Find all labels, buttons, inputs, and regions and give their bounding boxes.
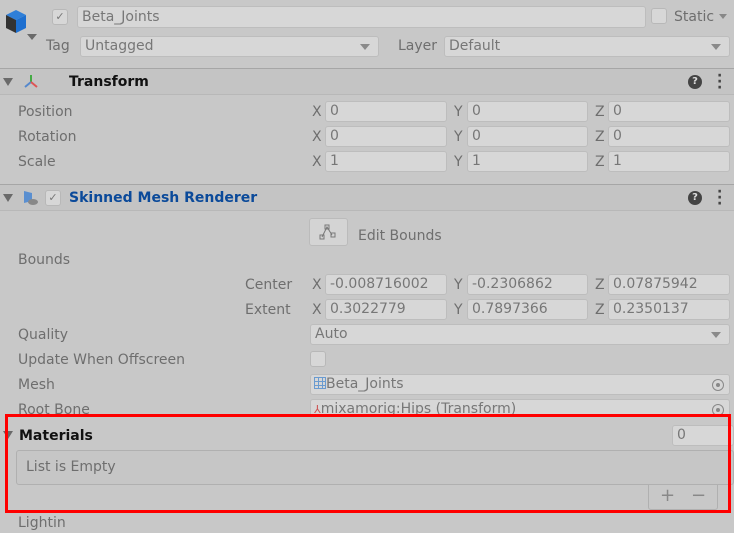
transform-title: Transform <box>69 74 149 90</box>
object-picker-icon[interactable] <box>712 379 724 391</box>
edit-bounds-icon <box>319 224 336 240</box>
y-label[interactable]: Y <box>454 102 463 122</box>
edit-bounds-button[interactable] <box>309 218 348 246</box>
scale-x[interactable]: 1 <box>325 151 447 172</box>
rotation-label: Rotation <box>18 129 77 145</box>
highlight-box <box>5 414 731 513</box>
smr-title: Skinned Mesh Renderer <box>69 190 258 206</box>
foldout-icon[interactable] <box>3 194 13 202</box>
static-label[interactable]: Static <box>674 7 714 27</box>
layer-dropdown[interactable]: Default <box>444 36 730 57</box>
mesh-value: Beta_Joints <box>326 376 404 392</box>
quality-label: Quality <box>18 327 69 343</box>
scale-z[interactable]: 1 <box>608 151 730 172</box>
bounds-label: Bounds <box>18 252 71 268</box>
layer-label: Layer <box>398 38 438 54</box>
center-x[interactable]: -0.008716002 <box>325 274 447 295</box>
position-x[interactable]: 0 <box>325 101 447 122</box>
z-label[interactable]: Z <box>595 300 605 320</box>
z-label[interactable]: Z <box>595 275 605 295</box>
icon-dropdown-icon[interactable] <box>27 34 37 40</box>
smr-enabled-checkbox[interactable]: ✓ <box>45 190 61 206</box>
position-label: Position <box>18 104 73 120</box>
scale-label: Scale <box>18 154 56 170</box>
z-label[interactable]: Z <box>595 152 605 172</box>
name-field[interactable]: Beta_Joints <box>77 6 646 28</box>
x-label[interactable]: X <box>312 127 322 147</box>
extent-x[interactable]: 0.3022779 <box>325 299 447 320</box>
tag-label: Tag <box>46 38 70 54</box>
x-label[interactable]: X <box>312 275 322 295</box>
extent-y[interactable]: 0.7897366 <box>467 299 588 320</box>
gameobject-icon <box>3 8 29 34</box>
x-label[interactable]: X <box>312 300 322 320</box>
more-menu-icon[interactable]: · · · <box>717 185 722 211</box>
y-label[interactable]: Y <box>454 152 463 172</box>
transform-icon <box>22 73 40 95</box>
next-section-label: Lightin <box>18 515 66 531</box>
y-label[interactable]: Y <box>454 300 463 320</box>
more-menu-icon[interactable]: · · · <box>717 69 722 95</box>
update-offscreen-checkbox[interactable] <box>310 351 326 367</box>
x-label[interactable]: X <box>312 152 322 172</box>
skinned-mesh-icon <box>22 189 40 211</box>
center-label: Center <box>245 277 293 293</box>
position-z[interactable]: 0 <box>608 101 730 122</box>
z-label[interactable]: Z <box>595 102 605 122</box>
help-icon[interactable]: ? <box>688 75 702 89</box>
rotation-z[interactable]: 0 <box>608 126 730 147</box>
rotation-x[interactable]: 0 <box>325 126 447 147</box>
update-offscreen-label: Update When Offscreen <box>18 352 186 368</box>
y-label[interactable]: Y <box>454 275 463 295</box>
active-checkbox[interactable]: ✓ <box>52 9 68 25</box>
tag-value: Untagged <box>85 38 154 54</box>
quality-value: Auto <box>315 326 348 342</box>
center-y[interactable]: -0.2306862 <box>467 274 588 295</box>
layer-value: Default <box>449 38 501 54</box>
z-label[interactable]: Z <box>595 127 605 147</box>
quality-dropdown[interactable]: Auto <box>310 324 730 345</box>
mesh-field[interactable]: Beta_Joints <box>310 374 730 395</box>
position-y[interactable]: 0 <box>467 101 588 122</box>
rotation-y[interactable]: 0 <box>467 126 588 147</box>
scale-y[interactable]: 1 <box>467 151 588 172</box>
smr-header[interactable]: ✓ Skinned Mesh Renderer ? · · · <box>0 185 734 211</box>
extent-label: Extent <box>245 302 291 318</box>
edit-bounds-label: Edit Bounds <box>358 228 442 244</box>
y-label[interactable]: Y <box>454 127 463 147</box>
static-dropdown-icon[interactable] <box>719 14 727 19</box>
extent-z[interactable]: 0.2350137 <box>608 299 730 320</box>
help-icon[interactable]: ? <box>688 191 702 205</box>
center-z[interactable]: 0.07875942 <box>608 274 730 295</box>
mesh-label: Mesh <box>18 377 55 393</box>
foldout-icon[interactable] <box>3 78 13 86</box>
static-checkbox[interactable] <box>651 8 667 24</box>
mesh-asset-icon <box>314 377 326 389</box>
tag-dropdown[interactable]: Untagged <box>80 36 379 57</box>
transform-header[interactable]: Transform ? · · · <box>0 69 734 95</box>
x-label[interactable]: X <box>312 102 322 122</box>
